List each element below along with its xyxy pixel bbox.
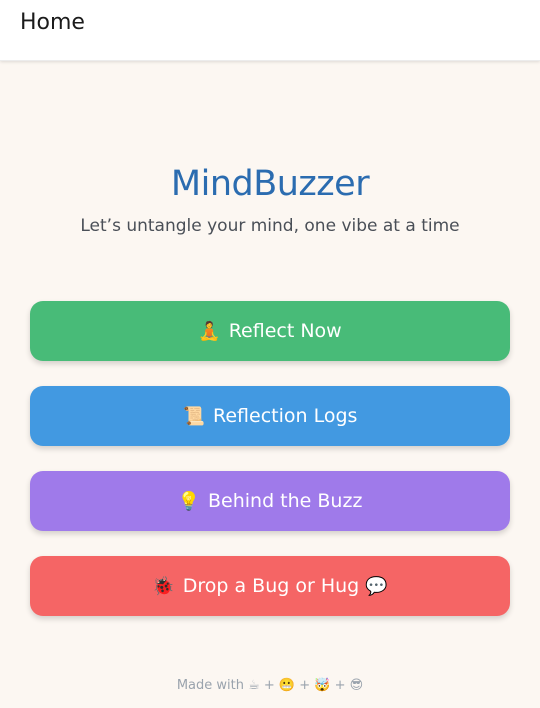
meditation-icon: 🧘	[198, 320, 221, 342]
scroll-icon: 📜	[182, 405, 205, 427]
tagline: Let’s untangle your mind, one vibe at a …	[80, 216, 460, 236]
reflection-logs-label: Reflection Logs	[213, 405, 358, 427]
app-bar: Home	[0, 0, 540, 61]
speech-bubble-icon: 💬	[365, 575, 388, 597]
app-title: MindBuzzer	[170, 164, 370, 204]
drop-a-bug-or-hug-label: Drop a Bug or Hug	[182, 575, 360, 597]
reflect-now-button[interactable]: 🧘 Reflect Now	[30, 301, 510, 361]
ladybug-icon: 🐞	[152, 575, 175, 597]
drop-a-bug-or-hug-button[interactable]: 🐞 Drop a Bug or Hug 💬	[30, 556, 510, 616]
reflect-now-label: Reflect Now	[228, 320, 342, 342]
behind-the-buzz-button[interactable]: 💡 Behind the Buzz	[30, 471, 510, 531]
footer-credit: Made with ☕ + 😬 + 🤯 + 😎	[176, 678, 364, 693]
behind-the-buzz-label: Behind the Buzz	[207, 490, 363, 512]
lightbulb-icon: 💡	[177, 490, 200, 512]
app-bar-title: Home	[20, 10, 85, 35]
reflection-logs-button[interactable]: 📜 Reflection Logs	[30, 386, 510, 446]
